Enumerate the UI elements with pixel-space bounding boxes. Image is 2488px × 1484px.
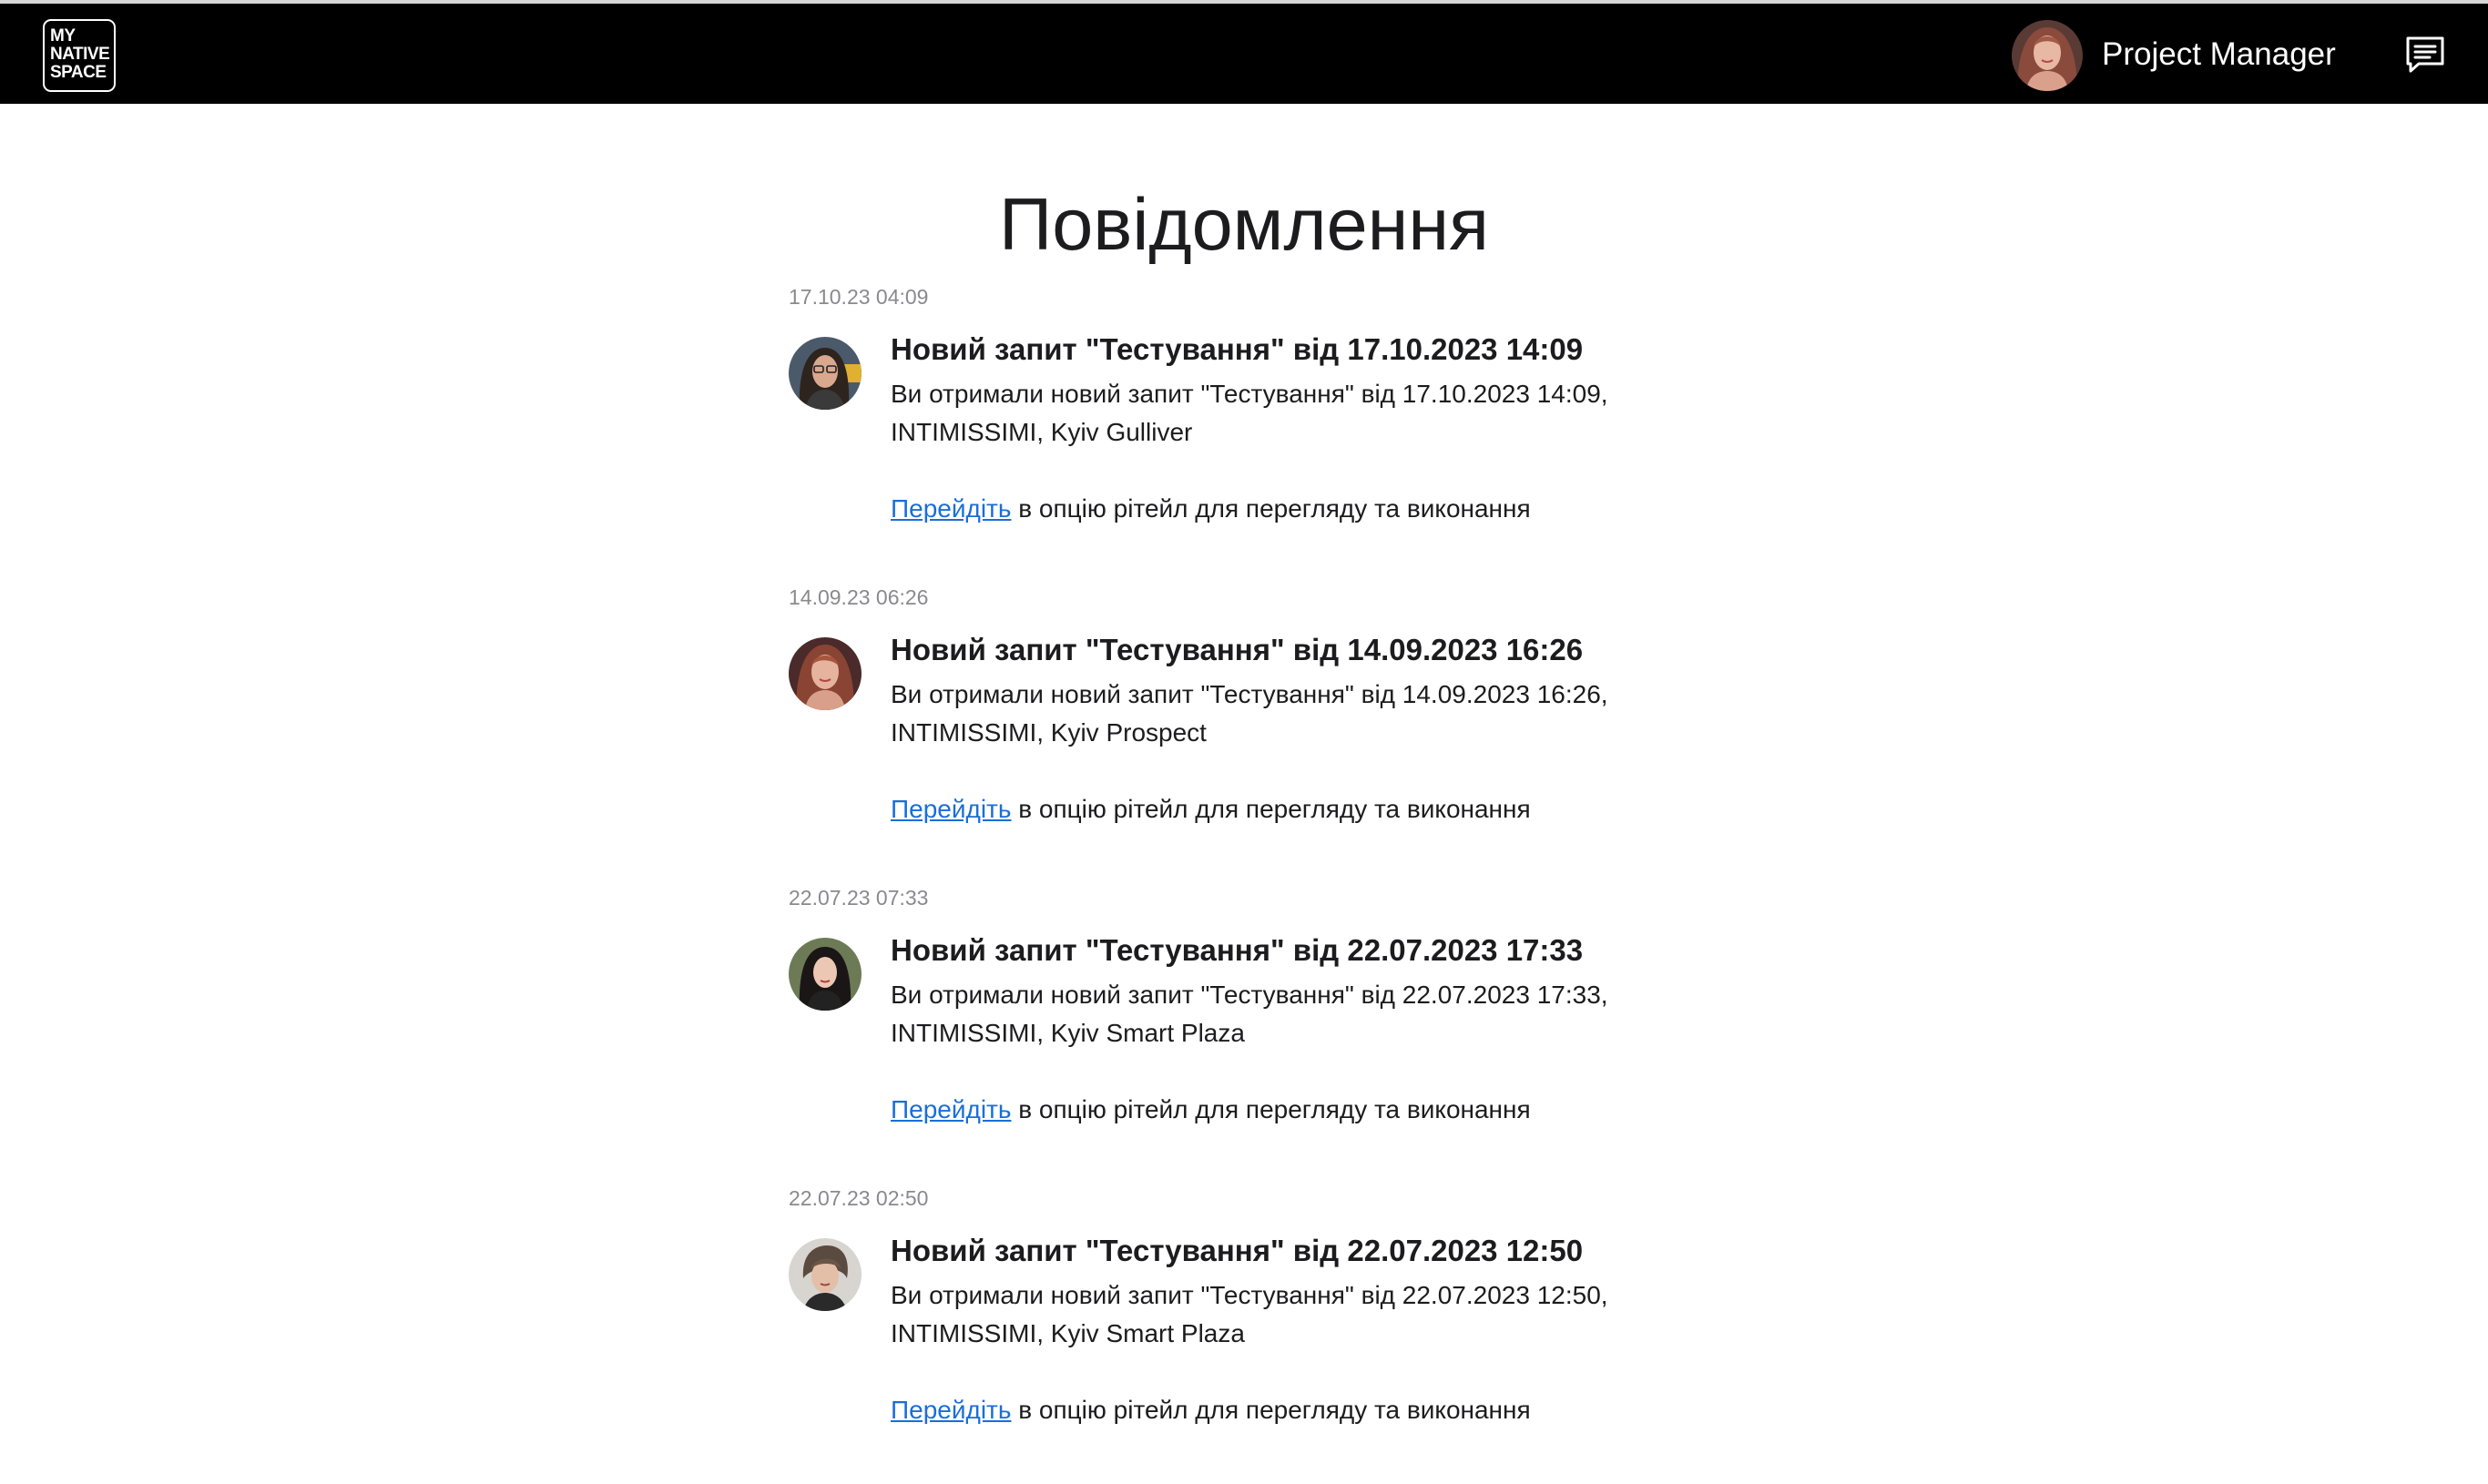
user-name[interactable]: Project Manager: [2102, 35, 2336, 75]
logo-line-1: MY: [50, 26, 76, 46]
notification-body: Ви отримали новий запит "Тестування" від…: [891, 1281, 1608, 1347]
notification-cta-text: в опцію рітейл для перегляду та виконанн…: [1011, 795, 1531, 823]
notification-item: 14.09.23 06:26 Новий запит "Тестування" …: [789, 583, 1699, 883]
notification-time: 17.10.23 04:09: [789, 285, 929, 309]
logo-line-3: SPACE: [50, 63, 107, 82]
notification-cta: Перейдіть в опцію рітейл для перегляду т…: [891, 490, 1710, 528]
notification-body: Ви отримали новий запит "Тестування" від…: [891, 680, 1608, 747]
user-avatar-image: [2012, 20, 2083, 91]
notifications-list: 17.10.23 04:09 Новий запит "Тестування" …: [789, 282, 1699, 1484]
notification-body: Ви отримали новий запит "Тестування" від…: [891, 981, 1608, 1047]
sender-avatar-image: [789, 1238, 862, 1311]
sender-avatar: [789, 938, 862, 1011]
sender-avatar-image: [789, 938, 862, 1011]
sender-avatar-image: [789, 637, 862, 710]
page-title: Повідомлення: [999, 184, 1489, 266]
open-retail-link[interactable]: Перейдіть: [891, 795, 1011, 823]
notification-time: 22.07.23 07:33: [789, 886, 929, 910]
notification-title: Новий запит "Тестування" від 14.09.2023 …: [891, 633, 1584, 666]
user-avatar[interactable]: [2012, 20, 2083, 91]
notification-item: 17.10.23 04:09 Новий запит "Тестування" …: [789, 282, 1699, 583]
messages-button[interactable]: [2402, 33, 2448, 78]
notification-cta: Перейдіть в опцію рітейл для перегляду т…: [891, 1391, 1710, 1429]
notification-title: Новий запит "Тестування" від 22.07.2023 …: [891, 1234, 1584, 1267]
logo[interactable]: MY NATIVE SPACE: [43, 19, 116, 92]
notification-title: Новий запит "Тестування" від 17.10.2023 …: [891, 332, 1584, 366]
notification-item: 22.07.23 02:50 Новий запит "Тестування" …: [789, 1184, 1699, 1484]
notification-time: 14.09.23 06:26: [789, 585, 929, 609]
sender-avatar-image: [789, 337, 862, 410]
notification-item: 22.07.23 07:33 Новий запит "Тестування" …: [789, 883, 1699, 1184]
notification-cta-text: в опцію рітейл для перегляду та виконанн…: [1011, 494, 1531, 523]
logo-line-2: NATIVE: [50, 45, 110, 64]
notification-cta-text: в опцію рітейл для перегляду та виконанн…: [1011, 1095, 1531, 1123]
sender-avatar: [789, 637, 862, 710]
open-retail-link[interactable]: Перейдіть: [891, 1095, 1011, 1123]
notification-title: Новий запит "Тестування" від 22.07.2023 …: [891, 933, 1584, 967]
notification-cta: Перейдіть в опцію рітейл для перегляду т…: [891, 1091, 1710, 1129]
notification-cta: Перейдіть в опцію рітейл для перегляду т…: [891, 790, 1710, 828]
open-retail-link[interactable]: Перейдіть: [891, 494, 1011, 523]
notification-time: 22.07.23 02:50: [789, 1186, 929, 1210]
notification-body: Ви отримали новий запит "Тестування" від…: [891, 380, 1608, 446]
sender-avatar: [789, 1238, 862, 1311]
open-retail-link[interactable]: Перейдіть: [891, 1396, 1011, 1424]
notification-cta-text: в опцію рітейл для перегляду та виконанн…: [1011, 1396, 1531, 1424]
sender-avatar: [789, 337, 862, 410]
app-header: MY NATIVE SPACE Project Manager: [0, 4, 2488, 104]
message-square-icon: [2406, 36, 2444, 73]
